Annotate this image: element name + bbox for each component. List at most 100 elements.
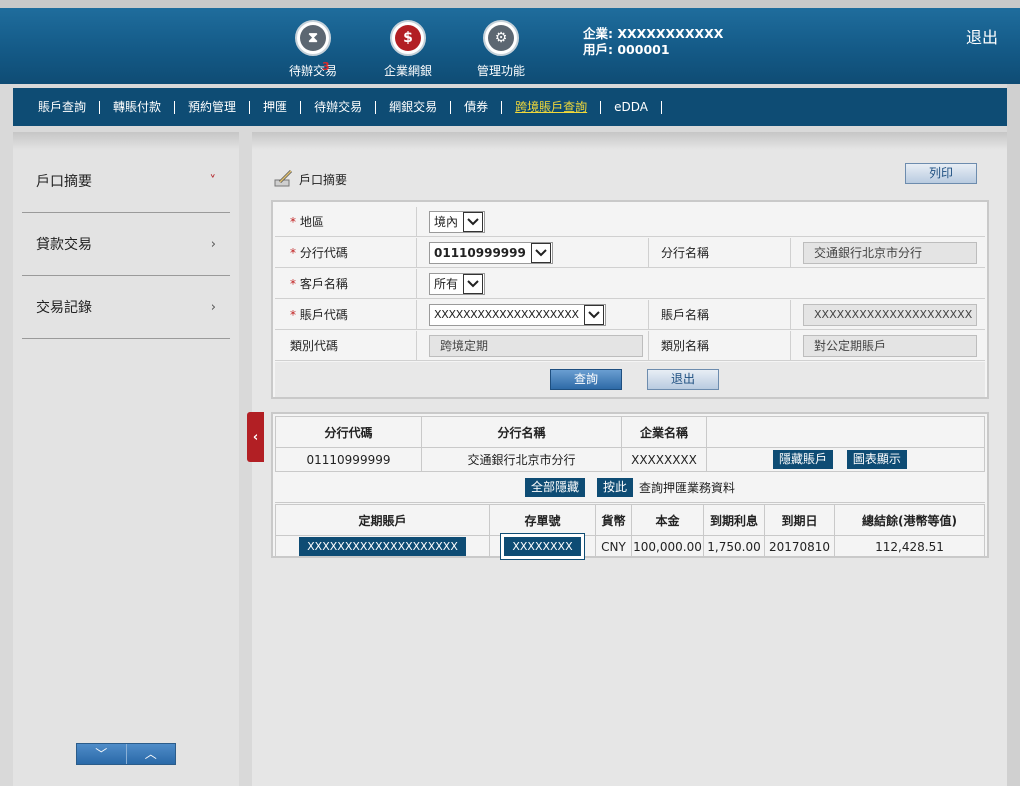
sidebar-item-loans[interactable]: 貸款交易 › (22, 213, 230, 276)
total-balance-cell: 112,428.51 (834, 535, 985, 558)
pencil-icon (274, 169, 293, 187)
col-maturity-date: 到期日 (764, 504, 835, 536)
nav-cross-border[interactable]: 跨境賬戶查詢 (502, 100, 602, 114)
main-panel: 戶口摘要 列印 * 地區 境內 * 分行代碼 01110999999 分行名稱 … (247, 132, 1007, 786)
form-row-type: 類別代碼 跨境定期 類別名稱 對公定期賬戶 (275, 331, 985, 361)
pending-count-badge: 3 (322, 60, 330, 73)
user-info: 企業: XXXXXXXXXXX 用戶: 000001 (583, 26, 723, 58)
nav-edda[interactable]: eDDA (601, 100, 662, 114)
col-interest: 到期利息 (703, 504, 765, 536)
query-bill-text: 查詢押匯業務資料 (639, 481, 736, 495)
currency-cell: CNY (595, 535, 632, 558)
region-select[interactable]: 境內 (429, 210, 486, 233)
form-actions: 查詢 退出 (275, 362, 985, 397)
nav-bills[interactable]: 押匯 (250, 100, 302, 114)
chevron-right-icon: › (210, 299, 216, 315)
sidebar-item-records[interactable]: 交易記錄 › (22, 276, 230, 339)
form-row-region: * 地區 境內 (275, 207, 985, 237)
nav-scheduled[interactable]: 預約管理 (175, 100, 251, 114)
form-row-branch: * 分行代碼 01110999999 分行名稱 交通銀行北京市分行 (275, 238, 985, 268)
account-name-label: 賬戶名稱 (649, 300, 791, 329)
customer-name-label: 客戶名稱 (299, 277, 348, 291)
table-row: XXXXXXXXXXXXXXXXXXXX XXXXXXXX CNY 100,00… (275, 534, 985, 559)
type-code-field: 跨境定期 (429, 334, 643, 357)
sidebar-item-label: 戶口摘要 (36, 174, 92, 190)
scroll-up-button[interactable]: ︿ (126, 744, 175, 764)
logout-link[interactable]: 退出 (966, 24, 998, 48)
sidebar-scroll-buttons: ﹀ ︿ (76, 743, 176, 765)
company-name-cell: XXXXXXXX (621, 447, 707, 472)
chevron-down-icon: ˅ (209, 173, 217, 189)
admin-functions-label: 管理功能 (476, 64, 525, 78)
sidebar-item-label: 交易記錄 (36, 300, 92, 316)
chevron-right-icon: › (210, 236, 216, 252)
sidebar-item-label: 貸款交易 (36, 237, 92, 253)
page-title: 戶口摘要 (273, 169, 347, 189)
pending-transactions-label: 待辦交易 (288, 64, 337, 78)
table-header-row: 定期賬戶 存單號 貨幣 本金 到期利息 到期日 總結餘(港幣等值) (275, 504, 985, 536)
mask-all-button[interactable]: 全部隱藏 (524, 478, 585, 497)
deposits-table: 定期賬戶 存單號 貨幣 本金 到期利息 到期日 總結餘(港幣等值) XXXXXX… (275, 504, 985, 559)
account-name-field: XXXXXXXXXXXXXXXXXXXXX (803, 303, 977, 326)
collapse-sidebar-tab[interactable]: ‹ (247, 412, 264, 462)
branch-name-label: 分行名稱 (649, 238, 791, 267)
sidebar-item-account-summary[interactable]: 戶口摘要 ˅ (22, 150, 230, 213)
branch-code-cell: 01110999999 (275, 447, 422, 472)
nav-transfer[interactable]: 轉賬付款 (100, 100, 176, 114)
maturity-date-cell: 20170810 (764, 535, 835, 558)
table-row: 01110999999 交通銀行北京市分行 XXXXXXXX 隱藏賬戶 圖表顯示 (275, 447, 985, 472)
result-panel: 分行代碼 分行名稱 企業名稱 01110999999 交通銀行北京市分行 XXX… (271, 412, 989, 559)
principal-cell: 100,000.00 (631, 535, 704, 558)
top-header: ⧗ 3 待辦交易 $ 企業網銀 ⚙ 管理功能 企業: XXXXXXXXXXX 用… (0, 0, 1020, 84)
col-company-name: 企業名稱 (621, 416, 707, 448)
nav-pending[interactable]: 待辦交易 (301, 100, 377, 114)
page-title-text: 戶口摘要 (299, 172, 348, 187)
chevron-down-icon (583, 304, 604, 325)
scroll-down-button[interactable]: ﹀ (77, 744, 127, 764)
corporate-banking-label: 企業網銀 (383, 64, 432, 78)
chevron-left-icon: ‹ (252, 429, 259, 445)
mask-row: 全部隱藏 按此 查詢押匯業務資料 (275, 473, 985, 503)
nav-online-trans[interactable]: 網銀交易 (376, 100, 452, 114)
monitor-dollar-icon: $ (395, 25, 421, 51)
col-principal: 本金 (631, 504, 704, 536)
nav-bonds[interactable]: 債券 (451, 100, 503, 114)
interest-cell: 1,750.00 (703, 535, 765, 558)
col-certificate-no: 存單號 (489, 504, 596, 536)
form-row-customer: * 客戶名稱 所有 (275, 269, 985, 299)
col-branch-name: 分行名稱 (421, 416, 622, 448)
chevron-down-icon (463, 273, 483, 294)
click-here-button[interactable]: 按此 (596, 478, 633, 497)
fixed-account-link[interactable]: XXXXXXXXXXXXXXXXXXXX (299, 537, 466, 556)
chevron-down-icon (530, 242, 551, 263)
hourglass-icon: ⧗ (300, 25, 326, 51)
gears-icon: ⚙ (488, 25, 514, 51)
exit-button[interactable]: 退出 (647, 369, 719, 390)
account-code-label: 賬戶代碼 (299, 308, 348, 322)
table-header-row: 分行代碼 分行名稱 企業名稱 (275, 416, 985, 448)
region-label: 地區 (299, 215, 324, 229)
type-name-field: 對公定期賬戶 (803, 334, 977, 357)
type-name-label: 類別名稱 (649, 331, 791, 360)
corporate-banking-nav[interactable]: $ 企業網銀 (368, 20, 448, 79)
nav-account-query[interactable]: 賬戶查詢 (25, 100, 101, 114)
certificate-no-link[interactable]: XXXXXXXX (501, 534, 584, 559)
account-code-select[interactable]: XXXXXXXXXXXXXXXXXXXX (429, 303, 606, 326)
user-id: 用戶: 000001 (583, 42, 670, 57)
col-currency: 貨幣 (595, 504, 632, 536)
main-nav: 賬戶查詢 轉賬付款 預約管理 押匯 待辦交易 網銀交易 債券 跨境賬戶查詢 eD… (13, 88, 1007, 126)
query-form: * 地區 境內 * 分行代碼 01110999999 分行名稱 交通銀行北京市分… (271, 200, 989, 399)
query-button[interactable]: 查詢 (550, 369, 622, 390)
sidebar: 戶口摘要 ˅ 貸款交易 › 交易記錄 › ﹀ ︿ (13, 132, 239, 786)
print-button[interactable]: 列印 (905, 163, 977, 184)
branch-code-label: 分行代碼 (299, 246, 348, 260)
chart-display-button[interactable]: 圖表顯示 (846, 450, 907, 469)
branch-code-select[interactable]: 01110999999 (429, 241, 553, 264)
form-row-account: * 賬戶代碼 XXXXXXXXXXXXXXXXXXXX 賬戶名稱 XXXXXXX… (275, 300, 985, 330)
pending-transactions-nav[interactable]: ⧗ 3 待辦交易 (273, 20, 353, 79)
type-code-label: 類別代碼 (275, 331, 417, 360)
hide-accounts-button[interactable]: 隱藏賬戶 (773, 450, 834, 469)
customer-name-select[interactable]: 所有 (429, 272, 485, 295)
admin-functions-nav[interactable]: ⚙ 管理功能 (461, 20, 541, 79)
col-total-balance: 總結餘(港幣等值) (834, 504, 985, 536)
